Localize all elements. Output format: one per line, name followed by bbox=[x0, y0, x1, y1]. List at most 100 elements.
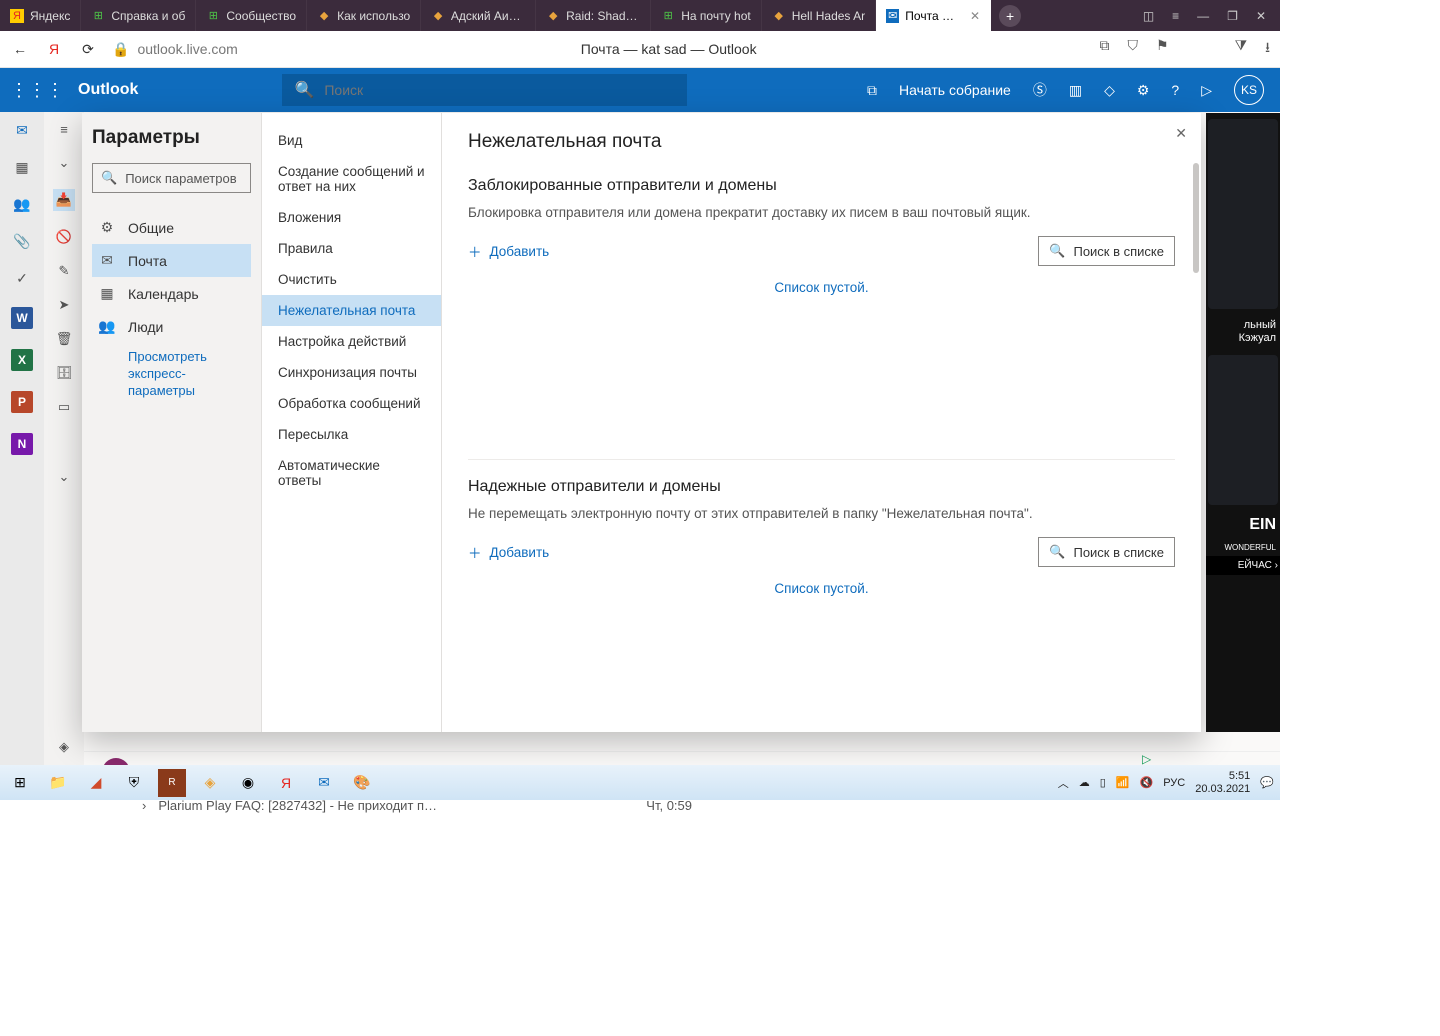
browser-tab[interactable]: ⊞Сообщество bbox=[196, 0, 307, 31]
bookmark-flag-icon[interactable]: ⚑ bbox=[1156, 37, 1169, 61]
taskbar-clock[interactable]: 5:51 20.03.2021 bbox=[1195, 770, 1250, 794]
browser-tab[interactable]: ◆Как использо bbox=[307, 0, 421, 31]
add-blocked-button[interactable]: ＋ Добавить bbox=[468, 241, 549, 261]
chevron-down-icon[interactable]: ⌄ bbox=[59, 469, 70, 485]
reload-icon[interactable]: ⟳ bbox=[78, 41, 98, 58]
add-safe-button[interactable]: ＋ Добавить bbox=[468, 542, 549, 562]
notes-icon[interactable]: ▭ bbox=[58, 399, 70, 415]
browser-tab[interactable]: ✉Почта — k✕ bbox=[876, 0, 991, 31]
maximize-icon[interactable]: ❐ bbox=[1227, 9, 1238, 23]
onenote-icon[interactable]: N bbox=[11, 433, 33, 455]
word-icon[interactable]: W bbox=[11, 307, 33, 329]
ad-cta-button[interactable]: ЕЙЧАС › bbox=[1206, 556, 1280, 575]
search-safe-input[interactable]: 🔍 Поиск в списке bbox=[1038, 537, 1175, 567]
lang-indicator[interactable]: РУС bbox=[1163, 777, 1185, 789]
app-launcher-icon[interactable]: ⋮⋮⋮ bbox=[10, 80, 64, 101]
onedrive-icon[interactable]: ☁ bbox=[1079, 776, 1090, 789]
settings-subnav-item[interactable]: Вложения bbox=[262, 202, 441, 233]
settings-subnav-item[interactable]: Нежелательная почта bbox=[262, 295, 441, 326]
start-meeting-link[interactable]: Начать собрание bbox=[899, 82, 1011, 98]
volume-icon[interactable]: 🔇 bbox=[1140, 776, 1154, 789]
back-icon[interactable]: ← bbox=[10, 41, 30, 57]
settings-search[interactable]: 🔍 Поиск параметров bbox=[92, 163, 251, 193]
settings-subnav-item[interactable]: Правила bbox=[262, 233, 441, 264]
search-blocked-input[interactable]: 🔍 Поиск в списке bbox=[1038, 236, 1175, 266]
paint-icon[interactable]: 🎨 bbox=[348, 769, 376, 797]
archive-icon[interactable]: 🗄 bbox=[56, 365, 73, 381]
settings-subnav-item[interactable]: Очистить bbox=[262, 264, 441, 295]
outlook-search[interactable]: 🔍 bbox=[282, 74, 687, 106]
excel-icon[interactable]: X bbox=[11, 349, 33, 371]
chevron-down-icon[interactable]: ⌄ bbox=[59, 155, 70, 171]
browser-tab[interactable]: ⊞На почту hot bbox=[651, 0, 761, 31]
yandex-browser-icon[interactable]: Я bbox=[272, 769, 300, 797]
scrollbar[interactable] bbox=[1193, 163, 1199, 273]
plarium-icon[interactable]: ◈ bbox=[196, 769, 224, 797]
settings-subnav-item[interactable]: Обработка сообщений bbox=[262, 388, 441, 419]
settings-subnav-item[interactable]: Настройка действий bbox=[262, 326, 441, 357]
junk-icon[interactable]: 🚫 bbox=[56, 229, 72, 245]
account-avatar[interactable]: KS bbox=[1234, 75, 1264, 105]
outlook-search-input[interactable] bbox=[324, 82, 675, 98]
ad-triangle-icon[interactable]: ▷ bbox=[1142, 752, 1151, 766]
action-center-icon[interactable]: 💬 bbox=[1260, 776, 1274, 789]
close-dialog-button[interactable]: ✕ bbox=[1175, 125, 1187, 142]
powerpoint-icon[interactable]: P bbox=[11, 391, 33, 413]
people-app-icon[interactable]: 👥 bbox=[13, 196, 30, 213]
downloads-icon[interactable]: ⭳ bbox=[1265, 37, 1270, 61]
outlook-logo[interactable]: Outlook bbox=[78, 81, 138, 99]
settings-nav-item[interactable]: ⚙Общие bbox=[92, 211, 251, 244]
drafts-icon[interactable]: ✎ bbox=[59, 263, 70, 279]
planner-icon[interactable]: ▥ bbox=[1069, 82, 1082, 99]
quick-settings-link[interactable]: Просмотреть экспресс-параметры bbox=[92, 343, 251, 400]
announce-icon[interactable]: ▷ bbox=[1201, 82, 1212, 99]
files-app-icon[interactable]: 📎 bbox=[13, 233, 30, 250]
close-window-icon[interactable]: ✕ bbox=[1256, 9, 1266, 23]
mail-subject[interactable]: Plarium Play FAQ: [2827432] - Не приходи… bbox=[158, 798, 634, 813]
deleted-icon[interactable]: 🗑 bbox=[56, 331, 73, 347]
menu-icon[interactable]: ≡ bbox=[1172, 9, 1179, 23]
wifi-icon[interactable]: 📶 bbox=[1116, 776, 1130, 789]
security-icon[interactable]: ⛨ bbox=[120, 769, 148, 797]
tab-close-icon[interactable]: ✕ bbox=[970, 9, 980, 23]
chrome-icon[interactable]: ◉ bbox=[234, 769, 262, 797]
skype-icon[interactable]: Ⓢ bbox=[1033, 80, 1047, 100]
sent-icon[interactable]: ➤ bbox=[59, 297, 70, 313]
settings-nav-item[interactable]: ✉Почта bbox=[92, 244, 251, 277]
explorer-icon[interactable]: 📁 bbox=[44, 769, 72, 797]
todo-app-icon[interactable]: ✓ bbox=[16, 270, 28, 287]
settings-gear-icon[interactable]: ⚙ bbox=[1137, 82, 1150, 99]
game-icon[interactable]: R bbox=[158, 769, 186, 797]
hamburger-icon[interactable]: ≡ bbox=[60, 122, 68, 137]
url-box[interactable]: 🔒 outlook.live.com bbox=[112, 41, 238, 58]
minimize-icon[interactable]: — bbox=[1197, 9, 1209, 23]
app-icon[interactable]: ◢ bbox=[82, 769, 110, 797]
calendar-app-icon[interactable]: ▦ bbox=[15, 159, 28, 176]
settings-subnav-item[interactable]: Синхронизация почты bbox=[262, 357, 441, 388]
copy-icon[interactable]: ⧉ bbox=[1100, 37, 1110, 61]
inbox-icon[interactable]: 📥 bbox=[53, 189, 75, 211]
settings-subnav-item[interactable]: Автоматические ответы bbox=[262, 450, 441, 496]
meet-now-icon[interactable]: ⧉ bbox=[867, 82, 877, 99]
shield-icon[interactable]: ⛉ bbox=[1128, 37, 1139, 61]
start-button[interactable]: ⊞ bbox=[6, 769, 34, 797]
mail-icon[interactable]: ✉ bbox=[310, 769, 338, 797]
battery-icon[interactable]: ▯ bbox=[1100, 776, 1106, 789]
upgrade-icon[interactable]: ◈ bbox=[59, 739, 69, 755]
browser-tab[interactable]: ⊞Справка и об bbox=[81, 0, 196, 31]
premium-icon[interactable]: ◇ bbox=[1104, 82, 1115, 99]
settings-subnav-item[interactable]: Создание сообщений и ответ на них bbox=[262, 156, 441, 202]
panels-icon[interactable]: ◫ bbox=[1143, 9, 1154, 23]
extensions-icon[interactable]: ⧩ bbox=[1235, 37, 1248, 61]
browser-tab[interactable]: ЯЯндекс bbox=[0, 0, 81, 31]
settings-subnav-item[interactable]: Вид bbox=[262, 125, 441, 156]
settings-nav-item[interactable]: 👥Люди bbox=[92, 310, 251, 343]
help-icon[interactable]: ? bbox=[1171, 82, 1179, 98]
tray-chevron-icon[interactable]: ︿ bbox=[1058, 775, 1069, 791]
browser-tab[interactable]: ◆Raid: Shadow bbox=[536, 0, 651, 31]
yandex-icon[interactable]: Я bbox=[44, 41, 64, 57]
settings-subnav-item[interactable]: Пересылка bbox=[262, 419, 441, 450]
settings-nav-item[interactable]: ▦Календарь bbox=[92, 277, 251, 310]
browser-tab[interactable]: ◆Hell Hades Ar bbox=[762, 0, 876, 31]
browser-tab[interactable]: ◆Адский Аид А bbox=[421, 0, 536, 31]
